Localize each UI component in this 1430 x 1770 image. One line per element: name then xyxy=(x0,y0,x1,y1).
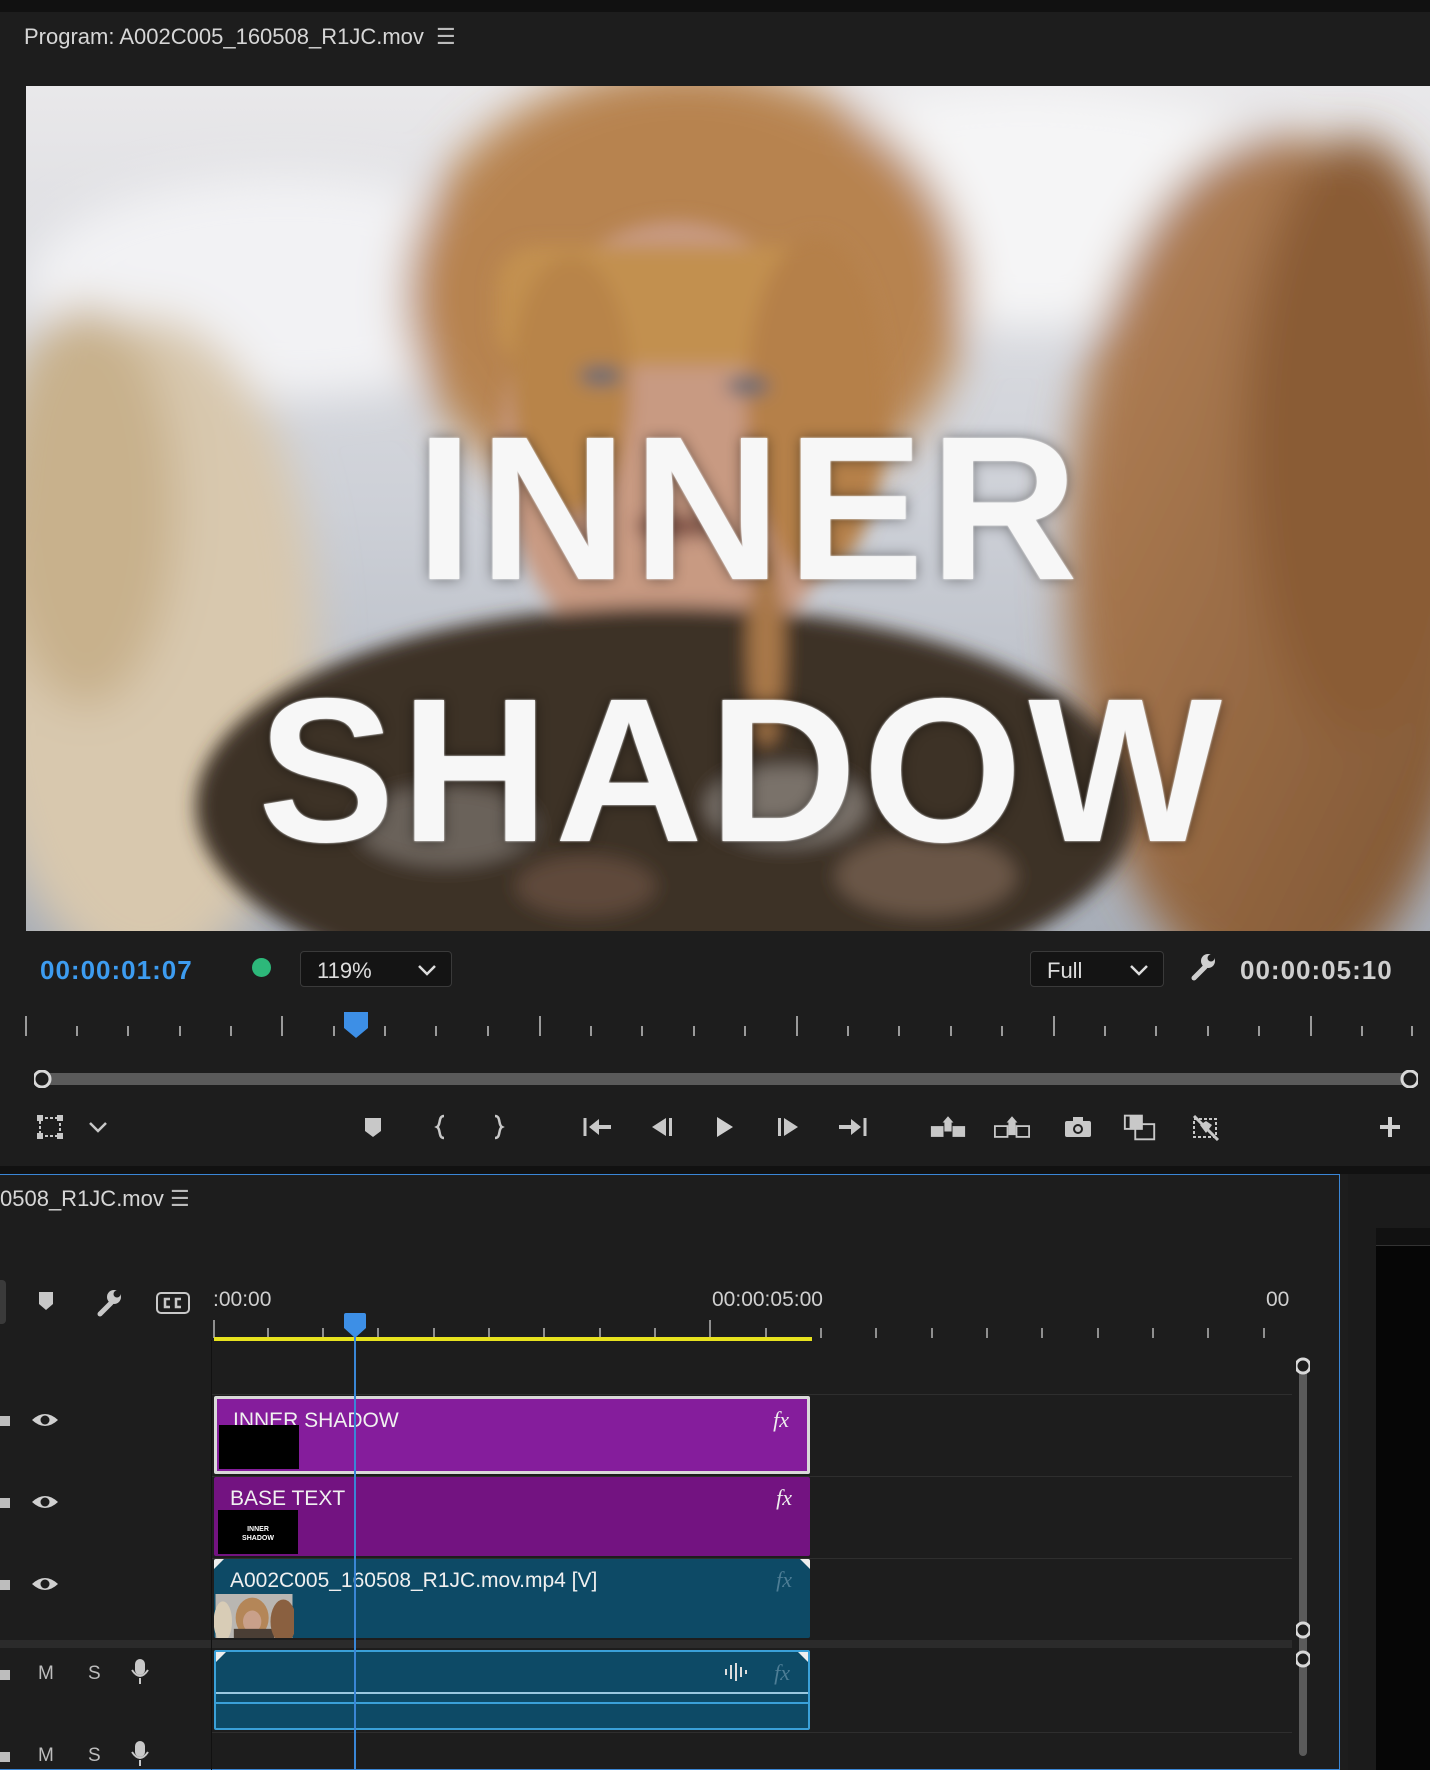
timeline-vertical-scrollbar[interactable] xyxy=(1296,1352,1310,1770)
go-to-in-icon[interactable] xyxy=(580,1112,616,1142)
clip-start-corner-icon xyxy=(214,1559,224,1569)
track-a2-sync-lock-icon[interactable] xyxy=(0,1748,12,1769)
clip-start-corner-icon xyxy=(216,1652,226,1662)
chevron-down-icon xyxy=(418,965,436,976)
toggle-proxies-icon[interactable] xyxy=(1188,1112,1224,1142)
fx-badge[interactable]: fx xyxy=(776,1567,792,1593)
audio-meter-header xyxy=(1376,1228,1430,1246)
zoom-scroll-bar[interactable] xyxy=(34,1070,1418,1088)
clip-name: BASE TEXT xyxy=(230,1487,346,1510)
track-v1-sync-lock-icon[interactable] xyxy=(0,1576,12,1597)
toggle-track-output-eye-icon[interactable] xyxy=(30,1574,60,1599)
toggle-track-output-eye-icon[interactable] xyxy=(30,1492,60,1517)
zoom-right-handle[interactable] xyxy=(1400,1070,1418,1088)
solo-track-button[interactable]: S xyxy=(88,1745,101,1767)
mute-track-button[interactable]: M xyxy=(38,1663,54,1685)
audio-meter xyxy=(1376,1228,1430,1770)
timeline-sequence-title[interactable]: 0508_R1JC.mov xyxy=(0,1186,164,1212)
track-v3-sync-lock-icon[interactable] xyxy=(0,1412,12,1433)
fx-badge[interactable]: fx xyxy=(773,1407,789,1433)
toggle-track-output-eye-icon[interactable] xyxy=(30,1410,60,1435)
clip-end-corner-icon xyxy=(798,1652,808,1662)
playback-resolution-value: Full xyxy=(1047,958,1083,983)
clip-thumbnail xyxy=(219,1425,299,1469)
zoom-left-handle[interactable] xyxy=(34,1070,52,1088)
program-video-viewer[interactable]: INNER SHADOW xyxy=(26,86,1430,931)
program-monitor-title[interactable]: Program: A002C005_160508_R1JC.mov xyxy=(24,24,424,50)
solo-track-button[interactable]: S xyxy=(88,1663,101,1685)
track-separator xyxy=(212,1394,1292,1395)
clip-name: A002C005_160508_R1JC.mov.mp4 [V] xyxy=(230,1569,598,1592)
thumbnail-text-line-1: INNER xyxy=(247,1526,269,1533)
playback-resolution-dropdown[interactable]: Full xyxy=(1030,951,1164,987)
timeline-time-start: :00:00 xyxy=(213,1288,272,1311)
clip-source-video[interactable]: A002C005_160508_R1JC.mov.mp4 [V] fx xyxy=(214,1559,810,1638)
audio-channel-line xyxy=(216,1702,808,1704)
clip-end-corner-icon xyxy=(800,1559,810,1569)
current-timecode[interactable]: 00:00:01:07 xyxy=(40,955,193,986)
panel-menu-icon[interactable]: ☰ xyxy=(436,24,456,50)
timeline-time-5s: 00:00:05:00 xyxy=(712,1288,823,1311)
voice-over-record-mic-icon[interactable] xyxy=(130,1658,150,1691)
panel-divider[interactable] xyxy=(0,1166,1430,1174)
thumbnail-text-line-2: SHADOW xyxy=(242,1535,274,1542)
zoom-level-value: 119% xyxy=(317,958,372,983)
timeline-panel-menu-icon[interactable]: ☰ xyxy=(170,1186,190,1212)
settings-wrench-icon[interactable] xyxy=(1188,952,1218,987)
work-area-bar[interactable] xyxy=(214,1337,812,1341)
audio-waveform-icon xyxy=(725,1663,747,1681)
panel-top-border xyxy=(0,0,1430,12)
clip-inner-shadow[interactable]: INNER SHADOW fx xyxy=(214,1396,810,1474)
track-v2-sync-lock-icon[interactable] xyxy=(0,1494,12,1515)
comparison-view-icon[interactable] xyxy=(1122,1112,1158,1142)
extract-icon[interactable] xyxy=(994,1112,1030,1142)
track-a1-sync-lock-icon[interactable] xyxy=(0,1666,12,1687)
mark-in-icon[interactable] xyxy=(423,1112,459,1142)
audio-volume-line[interactable] xyxy=(216,1692,808,1694)
timeline-settings-wrench-icon[interactable] xyxy=(94,1288,124,1323)
track-separator xyxy=(212,1732,1292,1733)
lift-icon[interactable] xyxy=(930,1112,966,1142)
timeline-playhead-handle-icon[interactable] xyxy=(343,1312,367,1340)
clip-thumbnail: INNER SHADOW xyxy=(218,1510,298,1554)
export-frame-camera-icon[interactable] xyxy=(1060,1112,1096,1142)
add-button-icon[interactable] xyxy=(1372,1112,1408,1142)
voice-over-record-mic-icon[interactable] xyxy=(130,1740,150,1770)
step-forward-icon[interactable] xyxy=(770,1112,806,1142)
clip-source-audio[interactable]: fx xyxy=(214,1650,810,1730)
sequence-duration-timecode: 00:00:05:10 xyxy=(1240,955,1393,985)
premiere-workspace: Program: A002C005_160508_R1JC.mov ☰ INNE… xyxy=(0,0,1430,1770)
clip-thumbnail xyxy=(214,1594,294,1638)
title-overlay-line-1: INNER xyxy=(416,394,1084,623)
timeline-time-end: 00 xyxy=(1266,1288,1290,1311)
playback-status-indicator xyxy=(252,958,271,977)
zoom-level-dropdown[interactable]: 119% xyxy=(300,951,452,987)
fx-badge[interactable]: fx xyxy=(776,1485,792,1511)
playhead-marker-icon[interactable] xyxy=(344,1012,368,1038)
track-header-column xyxy=(0,1340,212,1770)
clip-base-text[interactable]: BASE TEXT fx INNER SHADOW xyxy=(214,1477,810,1556)
fx-badge[interactable]: fx xyxy=(774,1660,790,1686)
snap-toggle[interactable] xyxy=(0,1280,6,1324)
mark-out-icon[interactable] xyxy=(480,1112,516,1142)
step-back-icon[interactable] xyxy=(644,1112,680,1142)
captions-icon[interactable] xyxy=(156,1292,190,1319)
add-marker-icon[interactable] xyxy=(36,1290,56,1317)
mute-track-button[interactable]: M xyxy=(38,1745,54,1767)
chevron-down-icon xyxy=(1130,965,1148,976)
program-time-ruler[interactable] xyxy=(0,1010,1430,1050)
timeline-playhead-line[interactable] xyxy=(354,1318,356,1770)
safe-margins-icon[interactable] xyxy=(32,1112,68,1142)
title-overlay-line-2: SHADOW xyxy=(258,656,1228,885)
add-marker-icon[interactable] xyxy=(355,1112,391,1142)
play-icon[interactable] xyxy=(706,1112,742,1142)
go-to-out-icon[interactable] xyxy=(834,1112,870,1142)
chevron-down-icon[interactable] xyxy=(80,1112,116,1142)
